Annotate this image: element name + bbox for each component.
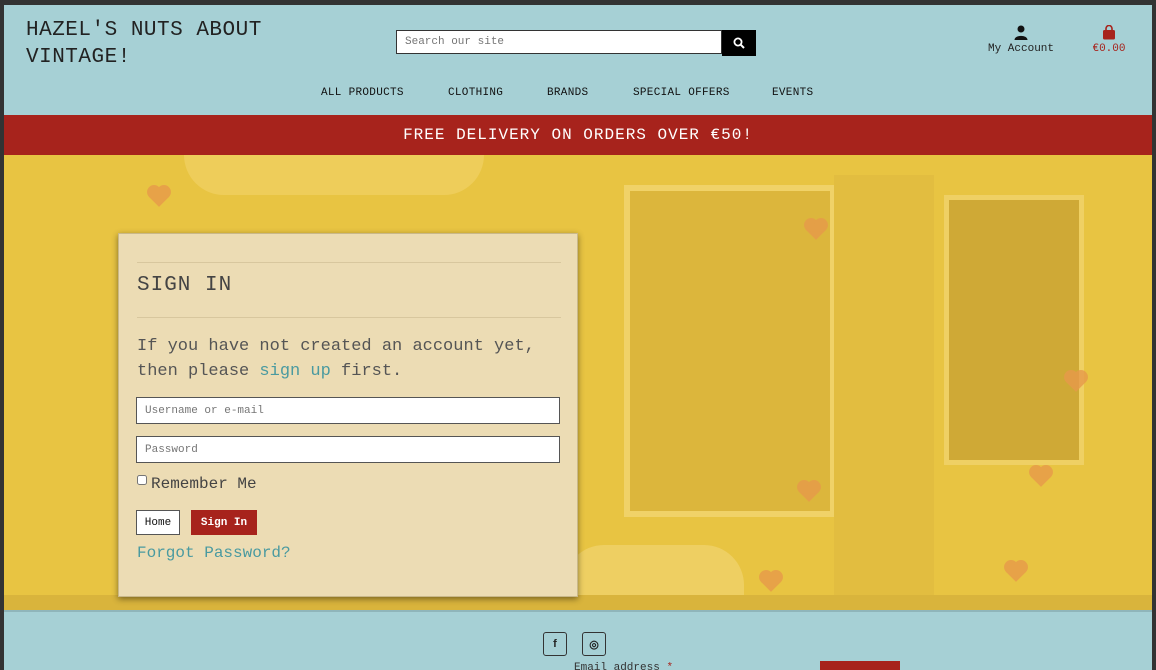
search-icon: [733, 37, 745, 49]
sign-in-card: SIGN IN If you have not created an accou…: [118, 233, 578, 597]
shop-door-shape: [834, 175, 934, 605]
site-logo[interactable]: HAZEL'S NUTS ABOUT VINTAGE!: [26, 17, 262, 71]
page: HAZEL'S NUTS ABOUT VINTAGE! My Account: [4, 5, 1152, 670]
remember-me: Remember Me: [137, 475, 257, 493]
site-footer: f ◎ Email address *: [4, 610, 1152, 670]
divider: [137, 262, 561, 263]
facebook-link[interactable]: f: [543, 632, 567, 656]
delivery-banner: FREE DELIVERY ON ORDERS OVER €50!: [4, 115, 1152, 155]
shop-sign-shape: [184, 155, 484, 195]
logo-line-2: VINTAGE!: [26, 46, 131, 69]
shopping-bag-icon: [1103, 24, 1115, 40]
cart-total: €0.00: [1092, 43, 1126, 55]
my-account-label: My Account: [987, 43, 1054, 55]
sign-up-link[interactable]: sign up: [259, 362, 330, 381]
search-input[interactable]: [396, 30, 722, 54]
main-nav: ALL PRODUCTS CLOTHING BRANDS SPECIAL OFF…: [4, 87, 1152, 107]
site-header: HAZEL'S NUTS ABOUT VINTAGE! My Account: [4, 5, 1152, 115]
floor-shape: [4, 595, 1152, 610]
nav-special-offers[interactable]: SPECIAL OFFERS: [633, 87, 730, 99]
cart-link[interactable]: €0.00: [1086, 24, 1132, 55]
my-account-link[interactable]: My Account: [986, 25, 1056, 55]
shop-window-shape: [624, 185, 836, 517]
newsletter-email-label: Email address *: [574, 662, 673, 670]
username-field[interactable]: [136, 397, 560, 424]
nav-all-products[interactable]: ALL PRODUCTS: [321, 87, 404, 99]
remember-me-label: Remember Me: [151, 475, 257, 493]
search-form: [396, 30, 756, 56]
shop-window-shape: [944, 195, 1084, 465]
password-field[interactable]: [136, 436, 560, 463]
search-button[interactable]: [722, 30, 756, 56]
required-mark: *: [666, 662, 674, 670]
email-label-text: Email address: [574, 662, 660, 670]
nav-clothing[interactable]: CLOTHING: [448, 87, 503, 99]
heart-decoration: [149, 187, 169, 207]
hero-background: SIGN IN If you have not created an accou…: [4, 155, 1152, 610]
intro-text-after: first.: [330, 362, 403, 381]
facebook-icon: f: [553, 638, 557, 650]
nav-brands[interactable]: BRANDS: [547, 87, 588, 99]
sign-in-button[interactable]: Sign In: [191, 510, 257, 535]
nav-events[interactable]: EVENTS: [772, 87, 813, 99]
forgot-password-link[interactable]: Forgot Password?: [137, 544, 291, 562]
heart-decoration: [1006, 562, 1026, 582]
user-icon: [1014, 25, 1028, 40]
heart-decoration: [761, 572, 781, 592]
subscribe-button[interactable]: [820, 661, 900, 670]
logo-line-1: HAZEL'S NUTS ABOUT: [26, 19, 262, 42]
heart-decoration: [1031, 467, 1051, 487]
home-button[interactable]: Home: [136, 510, 180, 535]
instagram-link[interactable]: ◎: [582, 632, 606, 656]
sign-in-title: SIGN IN: [137, 274, 233, 297]
sign-in-intro: If you have not created an account yet, …: [137, 334, 567, 384]
remember-me-checkbox[interactable]: [137, 475, 147, 485]
divider: [137, 317, 561, 318]
instagram-icon: ◎: [589, 638, 599, 651]
